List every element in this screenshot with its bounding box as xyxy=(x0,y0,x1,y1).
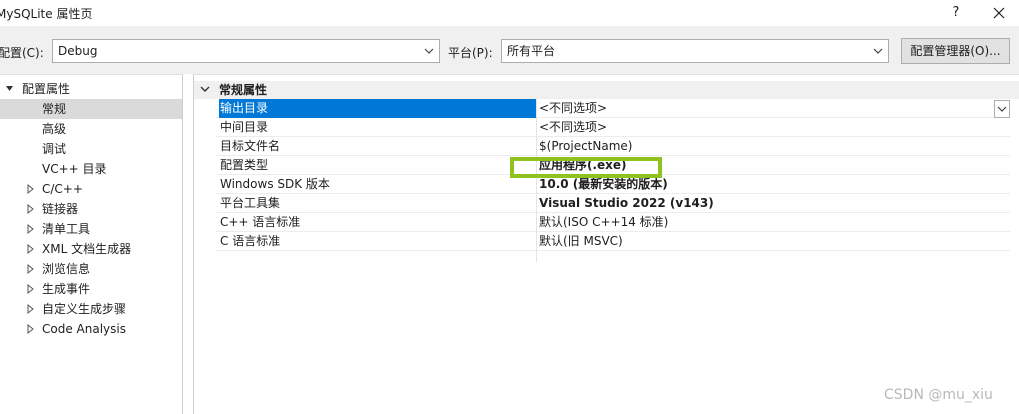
tree-item-label: 清单工具 xyxy=(42,222,91,236)
property-value[interactable]: 默认(ISO C++14 标准) xyxy=(539,213,1009,232)
close-button[interactable] xyxy=(988,2,1010,24)
property-value[interactable]: $(ProjectName) xyxy=(539,137,1009,156)
property-row[interactable]: C 语言标准 默认(旧 MSVC) xyxy=(216,232,1010,251)
property-value[interactable]: 默认(旧 MSVC) xyxy=(539,232,1009,251)
tree-item[interactable]: VC++ 目录 xyxy=(0,159,182,179)
config-select-value: Debug xyxy=(58,44,98,58)
property-row[interactable]: 配置类型 应用程序(.exe) xyxy=(216,156,1010,175)
tree-item[interactable]: 生成事件 xyxy=(0,279,182,299)
property-row[interactable]: 中间目录 <不同选项> xyxy=(216,118,1010,137)
property-row[interactable]: 目标文件名 $(ProjectName) xyxy=(216,137,1010,156)
property-name[interactable]: 目标文件名 xyxy=(219,137,536,156)
expanded-triangle-icon xyxy=(5,79,15,99)
collapsed-triangle-icon[interactable] xyxy=(26,199,36,219)
property-name[interactable]: 中间目录 xyxy=(219,118,536,137)
tree-root-config-properties[interactable]: 配置属性 xyxy=(0,79,182,99)
tree-item[interactable]: XML 文档生成器 xyxy=(0,239,182,259)
config-select[interactable]: Debug xyxy=(52,39,440,63)
collapsed-triangle-icon[interactable] xyxy=(26,279,36,299)
property-value[interactable]: Visual Studio 2022 (v143) xyxy=(539,194,1009,213)
tree-item[interactable]: 清单工具 xyxy=(0,219,182,239)
property-name[interactable]: C++ 语言标准 xyxy=(219,213,536,232)
tree-item[interactable]: 浏览信息 xyxy=(0,259,182,279)
property-row[interactable]: Windows SDK 版本 10.0 (最新安装的版本) xyxy=(216,175,1010,194)
collapse-chevron-icon xyxy=(200,81,210,99)
tree-item-label: 常规 xyxy=(42,102,67,116)
property-name[interactable]: 平台工具集 xyxy=(219,194,536,213)
tree-item[interactable]: 调试 xyxy=(0,139,182,159)
collapsed-triangle-icon[interactable] xyxy=(26,179,36,199)
category-label: 常规属性 xyxy=(219,83,268,97)
config-toolbar: 配置(C): Debug 平台(P): 所有平台 配置管理器(O)... xyxy=(0,26,1019,74)
tree-item-label: C/C++ xyxy=(42,182,83,196)
property-value[interactable]: 应用程序(.exe) xyxy=(539,156,1009,175)
collapsed-triangle-icon[interactable] xyxy=(26,259,36,279)
tree-item-label: Code Analysis xyxy=(42,322,126,336)
property-name[interactable]: 配置类型 xyxy=(219,156,536,175)
platform-label: 平台(P): xyxy=(448,46,493,60)
help-button[interactable]: ? xyxy=(946,2,966,24)
tree-item[interactable]: 链接器 xyxy=(0,199,182,219)
tree-item-label: 生成事件 xyxy=(42,282,91,296)
value-dropdown-button[interactable] xyxy=(994,100,1010,118)
property-value[interactable]: <不同选项> xyxy=(539,118,1009,137)
platform-select-value: 所有平台 xyxy=(507,44,556,58)
tree-item-label: 自定义生成步骤 xyxy=(42,302,127,316)
category-general[interactable]: 常规属性 xyxy=(194,81,1019,99)
tree-root-label: 配置属性 xyxy=(22,82,71,96)
property-name[interactable]: 输出目录 xyxy=(219,99,536,118)
tree-item[interactable]: 自定义生成步骤 xyxy=(0,299,182,319)
tree-item[interactable]: C/C++ xyxy=(0,179,182,199)
tree-item[interactable]: 常规 xyxy=(0,99,182,119)
tree-item-label: 链接器 xyxy=(42,202,79,216)
column-divider[interactable] xyxy=(536,99,537,262)
watermark: CSDN @mu_xiu xyxy=(884,387,993,403)
configuration-manager-button[interactable]: 配置管理器(O)... xyxy=(901,38,1010,64)
tree-item[interactable]: 高级 xyxy=(0,119,182,139)
property-row[interactable]: 平台工具集 Visual Studio 2022 (v143) xyxy=(216,194,1010,213)
property-name[interactable]: C 语言标准 xyxy=(219,232,536,251)
collapsed-triangle-icon[interactable] xyxy=(26,219,36,239)
property-row[interactable]: C++ 语言标准 默认(ISO C++14 标准) xyxy=(216,213,1010,232)
collapsed-triangle-icon[interactable] xyxy=(26,299,36,319)
collapsed-triangle-icon[interactable] xyxy=(26,239,36,259)
property-tree: 配置属性 常规高级调试 VC++ 目录 C/C++ 链接器清单工具 XML 文档生成器浏… xyxy=(0,74,183,414)
chevron-down-icon xyxy=(423,40,435,62)
tree-item-label: XML 文档生成器 xyxy=(42,242,132,256)
tree-item[interactable]: Code Analysis xyxy=(0,319,182,339)
config-label: 配置(C): xyxy=(0,46,44,60)
platform-select[interactable]: 所有平台 xyxy=(501,39,889,63)
property-value[interactable]: <不同选项> xyxy=(539,99,1009,118)
tree-item-label: 浏览信息 xyxy=(42,262,91,276)
chevron-down-icon xyxy=(997,106,1007,112)
tree-item-label: VC++ 目录 xyxy=(42,162,107,176)
close-icon xyxy=(993,7,1005,19)
chevron-down-icon xyxy=(872,40,884,62)
window-title: MySQLite 属性页 xyxy=(0,7,93,21)
property-grid: 常规属性 输出目录 <不同选项> 中间目录 <不同选项> 目标文件名 $(ProjectN… xyxy=(193,74,1019,414)
tree-item-label: 调试 xyxy=(42,142,67,156)
collapsed-triangle-icon[interactable] xyxy=(26,319,36,339)
property-row[interactable]: 输出目录 <不同选项> xyxy=(216,99,1010,118)
property-name[interactable]: Windows SDK 版本 xyxy=(219,175,536,194)
title-bar: MySQLite 属性页 ? xyxy=(0,0,1019,26)
property-value[interactable]: 10.0 (最新安装的版本) xyxy=(539,175,1009,194)
tree-item-label: 高级 xyxy=(42,122,67,136)
